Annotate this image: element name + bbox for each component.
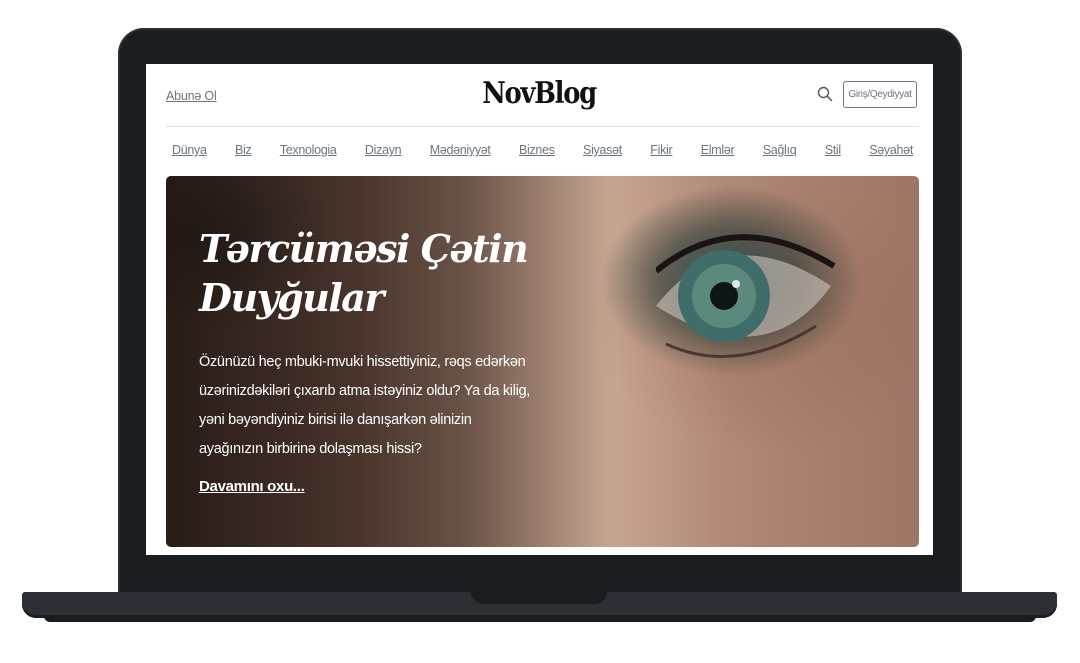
nav-item-elmler[interactable]: Elmlər bbox=[701, 143, 735, 157]
search-icon[interactable] bbox=[817, 86, 833, 102]
nav-item-dunya[interactable]: Dünya bbox=[172, 143, 207, 157]
hero-title-line-2[interactable]: Duyğular bbox=[199, 275, 384, 320]
site-logo[interactable]: NovBlog bbox=[146, 76, 933, 111]
nav-item-saglig[interactable]: Sağlıq bbox=[763, 143, 797, 157]
read-more-link[interactable]: Davamını oxu... bbox=[199, 478, 305, 495]
nav-item-seyahet[interactable]: Səyahət bbox=[869, 143, 913, 157]
nav-item-biznes[interactable]: Biznes bbox=[519, 143, 555, 157]
nav-item-fikir[interactable]: Fikir bbox=[650, 143, 672, 157]
hero-description: Özünüzü heç mbuki-mvuki hissettiyiniz, r… bbox=[199, 354, 531, 457]
nav-item-siyaset[interactable]: Siyasət bbox=[583, 143, 622, 157]
nav-item-medeniyyet[interactable]: Mədəniyyət bbox=[430, 143, 491, 157]
category-nav: Dünya Biz Texnologia Dizayn Mədəniyyət B… bbox=[166, 143, 919, 157]
laptop-notch bbox=[471, 592, 607, 604]
login-register-button[interactable]: Giriş/Qeydiyyat bbox=[843, 81, 917, 108]
header-divider bbox=[166, 126, 919, 127]
nav-item-dizayn[interactable]: Dizayn bbox=[365, 143, 402, 157]
nav-item-stil[interactable]: Stil bbox=[825, 143, 841, 157]
hero-title-line-1[interactable]: Tərcüməsi Çətin bbox=[199, 226, 529, 271]
logo-text[interactable]: NovBlog bbox=[483, 76, 598, 111]
laptop-screen: Abunə Ol NovBlog Giriş/Qeydiyyat Dünya B… bbox=[146, 64, 933, 555]
nav-item-biz[interactable]: Biz bbox=[235, 143, 252, 157]
laptop-base-shadow bbox=[44, 616, 1036, 622]
hero-banner: Tərcüməsi Çətin Duyğular Özünüzü heç mbu… bbox=[166, 176, 919, 547]
hero-title[interactable]: Tərcüməsi Çətin Duyğular bbox=[199, 224, 529, 322]
nav-item-texnologia[interactable]: Texnologia bbox=[280, 143, 337, 157]
